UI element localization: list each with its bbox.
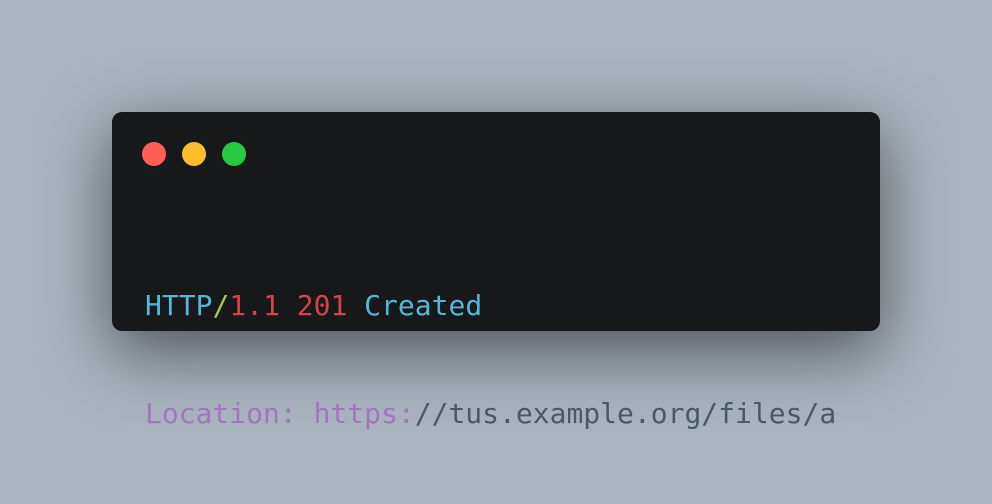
close-window-button[interactable]: [142, 142, 166, 166]
protocol: HTTP: [145, 289, 213, 322]
code-window: HTTP/1.1 201 Created Location: https://t…: [112, 112, 880, 430]
status-code: 201: [296, 289, 348, 322]
url-rest: //tus.example.org/files/a: [414, 397, 837, 430]
code-block: HTTP/1.1 201 Created Location: https://t…: [145, 216, 836, 504]
maximize-window-button[interactable]: [222, 142, 246, 166]
location-header-line: Location: https://tus.example.org/files/…: [145, 396, 836, 432]
reason-phrase: Created: [364, 289, 483, 322]
header-name: Location:: [145, 397, 297, 430]
minimize-window-button[interactable]: [182, 142, 206, 166]
version: 1.1: [229, 289, 280, 322]
url-scheme: https:: [313, 397, 415, 430]
slash: /: [212, 289, 230, 322]
status-line: HTTP/1.1 201 Created: [145, 288, 836, 324]
